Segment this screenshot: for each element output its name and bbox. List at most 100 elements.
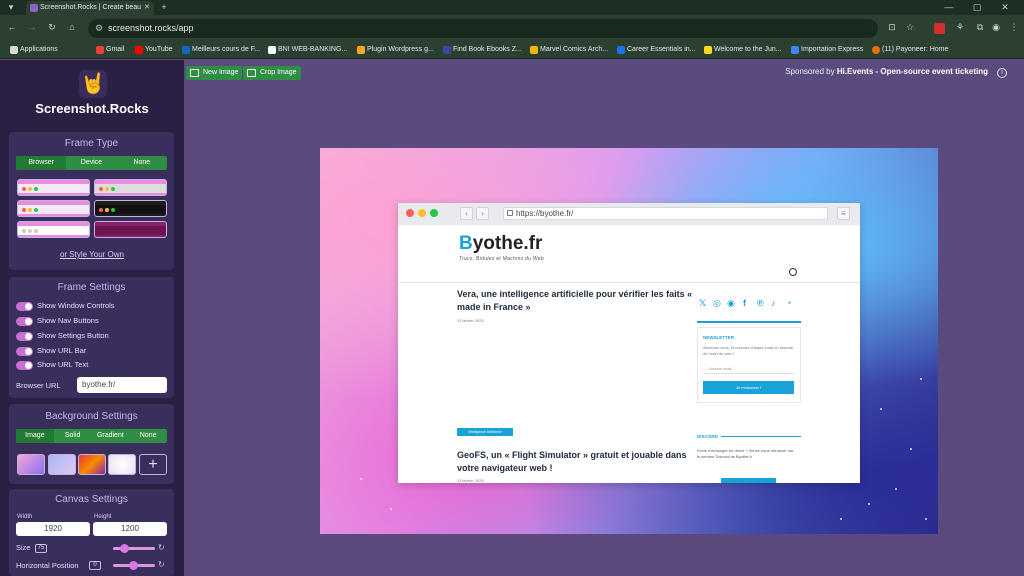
bookmark-label: Meilleurs cours de F...	[192, 46, 261, 53]
background-type-solid[interactable]: Solid	[54, 429, 92, 443]
browser-tab[interactable]: Screenshot.Rocks | Create beau ✕	[26, 1, 154, 15]
profile-icon[interactable]: ◉	[990, 20, 1002, 35]
bookmark-item[interactable]: Marvel Comics Arch...	[530, 44, 608, 56]
post-date: 13 février 2025	[457, 478, 484, 483]
toggle-switch[interactable]	[16, 302, 33, 311]
toggle-switch[interactable]	[16, 317, 33, 326]
bookmark-item[interactable]: YouTube	[135, 44, 173, 56]
slider-knob[interactable]	[120, 544, 129, 553]
maximize-icon[interactable]: ▢	[968, 0, 986, 15]
horizontal-position-slider[interactable]	[113, 561, 155, 570]
menu-icon[interactable]: ⋮	[1008, 20, 1020, 35]
preview-url-bar: https://byothe.fr/	[503, 207, 828, 220]
sponsor-text[interactable]: Sponsored by Hi.Events - Open-source eve…	[785, 67, 988, 76]
frame-type-none[interactable]: None	[117, 156, 167, 170]
frame-type-device[interactable]: Device	[66, 156, 116, 170]
crop-image-button[interactable]: Crop Image	[243, 66, 301, 80]
bookmark-item[interactable]: Importation Express	[791, 44, 863, 56]
extension-shield-icon[interactable]	[934, 23, 945, 34]
importation-icon	[791, 46, 799, 54]
forward-icon[interactable]: →	[26, 20, 38, 35]
bookmark-item[interactable]: Meilleurs cours de F...	[182, 44, 260, 56]
site-info-icon[interactable]: ⚙	[95, 19, 103, 38]
frame-style-plain-thumb[interactable]	[17, 200, 90, 217]
lock-icon	[507, 210, 513, 216]
new-tab-icon[interactable]: +	[158, 0, 170, 15]
toggle-switch[interactable]	[16, 361, 33, 370]
discord-heading: DISCORD	[697, 434, 718, 439]
bookmark-item[interactable]: Find Book Ebooks Z...	[443, 44, 522, 56]
background-type-none[interactable]: None	[129, 429, 167, 443]
frame-style-dark-thumb[interactable]	[94, 179, 167, 196]
extension-icon[interactable]: ⚘	[954, 20, 966, 35]
bookmark-item[interactable]: (11) Payoneer: Home	[872, 44, 948, 56]
install-app-icon[interactable]: ⊡	[886, 20, 898, 35]
size-value: 75	[35, 544, 47, 553]
tab-search-icon[interactable]: ▾	[4, 0, 18, 15]
bookmark-star-icon[interactable]: ☆	[904, 20, 916, 35]
site-logo-initial: B	[459, 233, 473, 254]
discord-divider	[721, 436, 801, 437]
frame-style-black-thumb[interactable]	[94, 200, 167, 217]
preview-settings-icon: ≡	[837, 207, 850, 220]
frame-style-light-thumb[interactable]	[17, 179, 90, 196]
bookmark-label: Gmail	[106, 46, 125, 53]
minimize-icon[interactable]: —	[940, 0, 958, 15]
slider-knob[interactable]	[129, 561, 138, 570]
sponsor-description: - Open-source event ticketing	[873, 67, 988, 76]
address-bar[interactable]: ⚙ screenshot.rocks/app	[88, 19, 878, 38]
puzzle-icon[interactable]: ⧉	[974, 20, 986, 35]
reload-icon[interactable]: ↻	[46, 20, 58, 35]
frame-style-magenta-thumb[interactable]	[94, 221, 167, 238]
close-tab-icon[interactable]: ✕	[144, 1, 150, 15]
bookmark-item[interactable]: BNI WEB-BANKING...	[268, 44, 347, 56]
bookmark-item[interactable]: Career Essentials in...	[617, 44, 695, 56]
sponsor-name: Hi.Events	[836, 67, 874, 76]
toggle-url-bar[interactable]: Show URL Bar	[16, 345, 86, 357]
bookmark-item[interactable]: Plugin Wordpress g...	[357, 44, 434, 56]
discord-icon: ◉	[727, 298, 735, 308]
reset-position-icon[interactable]: ↻	[158, 560, 165, 569]
frame-type-browser[interactable]: Browser	[16, 156, 67, 170]
size-slider[interactable]	[113, 544, 155, 553]
reset-size-icon[interactable]: ↻	[158, 543, 165, 552]
instagram-icon: ◎	[713, 298, 721, 308]
style-your-own-link[interactable]: or Style Your Own	[0, 250, 184, 259]
toggle-settings-button[interactable]: Show Settings Button	[16, 330, 109, 342]
toggle-url-text[interactable]: Show URL Text	[16, 359, 88, 371]
bookmark-label: BNI WEB-BANKING...	[278, 46, 348, 53]
toggle-switch[interactable]	[16, 347, 33, 356]
toggle-switch[interactable]	[16, 332, 33, 341]
discord-button	[721, 478, 776, 483]
new-image-label: New Image	[203, 69, 239, 76]
bookmark-item[interactable]: Welcome to the Jun...	[704, 44, 782, 56]
add-background-button[interactable]: +	[139, 454, 167, 475]
height-label: Height	[94, 514, 112, 520]
jungle-icon	[704, 46, 712, 54]
browser-url-input[interactable]: byothe.fr/	[77, 377, 167, 393]
background-image-thumb[interactable]	[78, 454, 106, 475]
canvas-width-input[interactable]: 1920	[16, 522, 90, 536]
background-image-thumb[interactable]	[48, 454, 76, 475]
toggle-label: Show URL Bar	[37, 346, 87, 355]
background-type-image[interactable]: Image	[16, 429, 54, 443]
preview-back-icon: ‹	[460, 207, 473, 220]
frame-style-minimal-thumb[interactable]	[17, 221, 90, 238]
background-type-gradient[interactable]: Gradient	[92, 429, 130, 443]
new-image-button[interactable]: New Image	[186, 66, 243, 80]
horizontal-position-label: Horizontal Position	[16, 561, 79, 570]
info-icon[interactable]: i	[997, 68, 1007, 78]
background-image-thumb[interactable]	[108, 454, 136, 475]
newsletter-title: NEWSLETTER	[703, 335, 734, 340]
home-icon[interactable]: ⌂	[66, 20, 78, 35]
canvas-height-input[interactable]: 1200	[93, 522, 167, 536]
facebook-icon: f	[743, 298, 746, 308]
toggle-window-controls[interactable]: Show Window Controls	[16, 300, 115, 312]
toggle-nav-buttons[interactable]: Show Nav Buttons	[16, 315, 99, 327]
bookmark-item[interactable]: Gmail	[96, 44, 124, 56]
close-window-icon[interactable]: ✕	[996, 0, 1014, 15]
back-icon[interactable]: ←	[6, 20, 18, 35]
career-icon	[617, 46, 625, 54]
bookmark-item[interactable]: Applications	[10, 44, 58, 56]
background-image-thumb[interactable]	[17, 454, 45, 475]
